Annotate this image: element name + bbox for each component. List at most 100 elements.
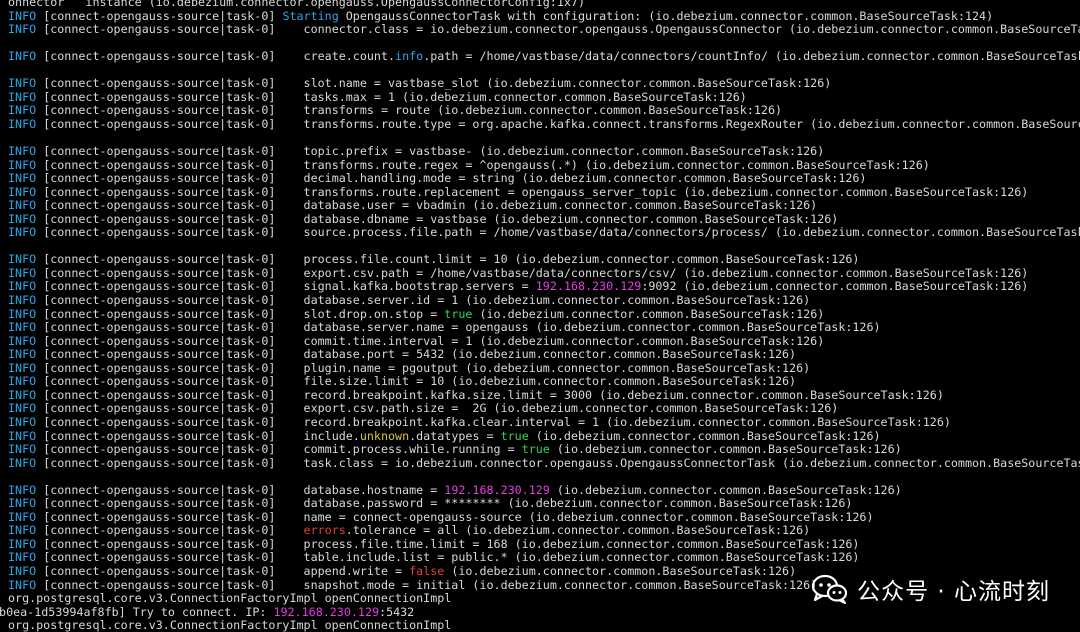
log-line: INFO [connect-opengauss-source|task-0] t…: [8, 551, 1080, 565]
log-line: INFO [connect-opengauss-source|task-0] t…: [8, 116, 1080, 132]
log-line: INFO [connect-opengauss-source|task-0] e…: [8, 402, 1080, 416]
log-text: [connect-opengauss-source|task-0] slot.n…: [36, 76, 832, 91]
log-text: [connect-opengauss-source|task-0] record…: [36, 387, 944, 402]
log-level: INFO: [8, 442, 37, 457]
log-line: INFO [connect-opengauss-source|task-0] t…: [8, 455, 1080, 471]
watermark-text: 公众号 · 心流时刻: [857, 579, 1050, 605]
log-text: org.postgresql.core.v3.ConnectionFactory…: [8, 618, 452, 632]
log-level: INFO: [8, 536, 37, 551]
log-level: INFO: [8, 320, 37, 335]
log-level: INFO: [8, 198, 37, 213]
log-highlight: unknown: [359, 428, 410, 443]
log-line: INFO [connect-opengauss-source|task-0] S…: [8, 8, 1080, 24]
log-line: INFO [connect-opengauss-source|task-0] p…: [8, 253, 1080, 267]
log-text: OpengaussConnectorTask with configuratio…: [338, 8, 994, 23]
log-text: [connect-opengauss-source|task-0] export…: [36, 401, 839, 416]
log-line: INFO [connect-opengauss-source|task-0] t…: [8, 104, 1080, 118]
log-highlight: true: [521, 442, 550, 457]
log-line: INFO [connect-opengauss-source|task-0] p…: [8, 361, 1080, 376]
log-text: [connect-opengauss-source|task-0] transf…: [36, 184, 1029, 199]
log-text: [connect-opengauss-source|task-0] proces…: [36, 536, 860, 551]
log-highlight: false: [409, 563, 445, 578]
log-text: [connect-opengauss-source|task-0] topic.…: [36, 144, 825, 159]
log-text: [connect-opengauss-source|task-0] commit…: [36, 442, 522, 457]
log-line: INFO [connect-opengauss-source|task-0] d…: [8, 496, 1080, 511]
log-line: INFO [connect-opengauss-source|task-0] d…: [8, 212, 1080, 227]
log-level: INFO: [8, 455, 37, 470]
log-line: INFO [connect-opengauss-source|task-0] s…: [8, 280, 1080, 294]
log-text: [connect-opengauss-source|task-0] databa…: [36, 198, 818, 213]
log-line: INFO [connect-opengauss-source|task-0] p…: [8, 536, 1080, 552]
log-text: (io.debezium.connector.common.BaseSource…: [444, 563, 797, 578]
log-text: [connect-opengauss-source|task-0] create…: [36, 49, 396, 64]
log-line: INFO [connect-opengauss-source|task-0] e…: [8, 524, 1080, 538]
log-level: INFO: [8, 347, 37, 362]
log-level: INFO: [8, 49, 37, 64]
log-line: INFO [connect-opengauss-source|task-0] c…: [8, 333, 1080, 349]
log-text: org.postgresql.core.v3.ConnectionFactory…: [8, 591, 452, 606]
log-level: INFO: [8, 8, 37, 23]
log-text: [connect-opengauss-source|task-0] commit…: [36, 333, 825, 348]
log-highlight: errors: [303, 523, 346, 538]
log-highlight: 192.168.230.129: [535, 279, 642, 294]
log-line: INFO [connect-opengauss-source|task-0] e…: [8, 266, 1080, 281]
log-line: INFO [connect-opengauss-source|task-0] i…: [8, 428, 1080, 444]
log-level: INFO: [8, 22, 37, 37]
log-line: INFO [connect-opengauss-source|task-0] d…: [8, 198, 1080, 213]
log-line: INFO [connect-opengauss-source|task-0] c…: [8, 22, 1080, 37]
log-line: INFO [connect-opengauss-source|task-0] r…: [8, 387, 1080, 403]
log-text: [connect-opengauss-source|task-0] record…: [36, 414, 951, 429]
terminal-window[interactable]: onnector instance (io.debezium.connector…: [0, 0, 1080, 632]
log-line: INFO [connect-opengauss-source|task-0] d…: [8, 320, 1080, 335]
log-level: INFO: [8, 523, 37, 538]
log-text: .tolerance = all (io.debezium.connector.…: [345, 523, 811, 538]
log-text: :5432: [379, 604, 415, 619]
log-line: INFO [connect-opengauss-source|task-0] c…: [8, 442, 1080, 457]
log-level: INFO: [8, 171, 37, 186]
log-text: [connect-opengauss-source|task-0] source…: [36, 225, 1080, 240]
log-text: [connect-opengauss-source|task-0] table.…: [36, 550, 860, 565]
log-level: INFO: [8, 333, 37, 348]
log-line: INFO [connect-opengauss-source|task-0] r…: [8, 414, 1080, 430]
log-level: INFO: [8, 76, 37, 91]
log-level: INFO: [8, 414, 37, 429]
log-line: INFO [connect-opengauss-source|task-0] s…: [8, 226, 1080, 240]
log-text: [connect-opengauss-source|task-0]: [36, 8, 283, 23]
log-line: INFO [connect-opengauss-source|task-0] f…: [8, 375, 1080, 389]
log-level: INFO: [8, 116, 37, 131]
log-text: [connect-opengauss-source|task-0] databa…: [36, 496, 853, 511]
log-text: (io.debezium.connector.common.BaseSource…: [528, 428, 881, 443]
log-text: -b0ea-1d53994af8fb] Try to connect. IP:: [0, 604, 274, 619]
log-text: [connect-opengauss-source|task-0] databa…: [36, 482, 445, 497]
log-line: INFO [connect-opengauss-source|task-0] t…: [8, 158, 1080, 173]
log-text: [connect-opengauss-source|task-0] snapsh…: [36, 577, 818, 592]
log-text: [connect-opengauss-source|task-0] includ…: [36, 428, 360, 443]
log-level: INFO: [8, 577, 37, 592]
wechat-icon: [811, 574, 849, 605]
log-level: INFO: [8, 225, 37, 240]
log-text: [connect-opengauss-source|task-0]: [36, 523, 304, 538]
log-text: .datatypes =: [409, 428, 501, 443]
log-line: INFO [connect-opengauss-source|task-0] s…: [8, 77, 1080, 91]
log-text: [connect-opengauss-source|task-0] append…: [36, 563, 410, 578]
log-text: [connect-opengauss-source|task-0] name =…: [36, 509, 874, 524]
log-level: INFO: [8, 144, 37, 159]
log-text: [connect-opengauss-source|task-0] transf…: [36, 116, 1080, 131]
log-line: INFO [connect-opengauss-source|task-0] s…: [8, 306, 1080, 322]
log-text: .path = /home/vastbase/data/connectors/c…: [423, 49, 1080, 64]
log-level: INFO: [8, 496, 37, 511]
log-line: INFO [connect-opengauss-source|task-0] t…: [8, 144, 1080, 159]
log-line: -b0ea-1d53994af8fb] Try to connect. IP: …: [0, 604, 1080, 620]
log-highlight: true: [500, 428, 529, 443]
log-level: INFO: [8, 509, 37, 524]
log-text: [connect-opengauss-source|task-0] slot.d…: [36, 306, 445, 321]
log-line: INFO [connect-opengauss-source|task-0] c…: [8, 49, 1080, 64]
log-level: INFO: [8, 89, 37, 104]
watermark: 公众号 · 心流时刻: [811, 572, 1050, 606]
log-text: [connect-opengauss-source|task-0] databa…: [36, 347, 797, 362]
log-highlight: info: [395, 49, 424, 64]
